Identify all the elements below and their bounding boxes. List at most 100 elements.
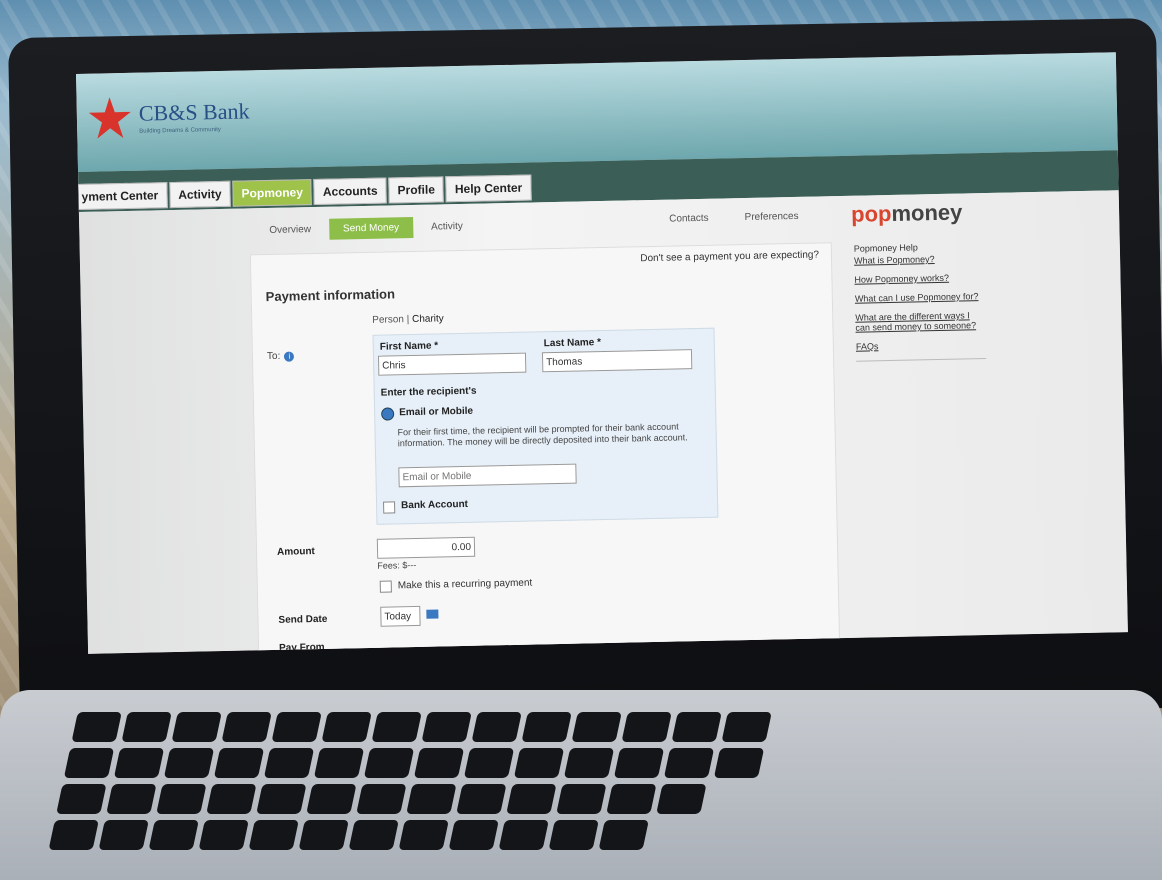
send-date-label: Send Date (278, 613, 328, 626)
key (213, 748, 265, 778)
tab-help-center[interactable]: Help Center (445, 174, 532, 203)
key (613, 748, 665, 778)
sub-nav: Overview Send Money Activity (269, 216, 463, 241)
key (98, 820, 149, 850)
key (498, 820, 549, 850)
sidebar-link-what-is[interactable]: What is Popmoney? (854, 253, 984, 266)
fees-text: Fees: $--- (377, 559, 417, 571)
key (321, 712, 372, 742)
key (456, 784, 507, 814)
key (106, 784, 157, 814)
first-name-label: First Name * (379, 340, 439, 353)
key (506, 784, 557, 814)
key (413, 748, 465, 778)
sidebar-link-ways[interactable]: What are the different ways I can send m… (855, 310, 985, 332)
key (148, 820, 199, 850)
key (313, 748, 365, 778)
enter-recipient-label: Enter the recipient's (380, 385, 477, 399)
key (513, 748, 565, 778)
person-option[interactable]: Person (372, 314, 404, 326)
page-content: Overview Send Money Activity Contacts Pr… (78, 190, 1128, 654)
bank-name: CB&S Bank (138, 98, 250, 126)
laptop-screen: CB&S Bank Building Dreams & Community ym… (76, 52, 1128, 654)
amount-label: Amount (276, 546, 315, 558)
key (598, 820, 649, 850)
last-name-input[interactable] (541, 349, 693, 373)
email-mobile-label: Email or Mobile (399, 405, 474, 419)
email-mobile-input[interactable] (398, 463, 577, 488)
preferences-link[interactable]: Preferences (745, 211, 799, 223)
key (171, 712, 222, 742)
last-name-label: Last Name * (543, 337, 602, 350)
email-mobile-radio[interactable] (381, 407, 395, 421)
to-text: To: (266, 350, 281, 363)
star-logo-icon (88, 97, 131, 139)
key (348, 820, 399, 850)
tab-popmoney[interactable]: Popmoney (232, 179, 313, 207)
recurring-checkbox[interactable] (379, 580, 392, 593)
key (206, 784, 257, 814)
help-sidebar: Popmoney Help What is Popmoney? How Popm… (853, 241, 987, 362)
sub-nav-right: Contacts Preferences (669, 211, 799, 225)
tab-payment-center[interactable]: yment Center (76, 182, 168, 211)
key-row (63, 748, 1162, 778)
tab-activity[interactable]: Activity (168, 180, 231, 209)
sidebar-link-faqs[interactable]: FAQs (856, 339, 986, 351)
charity-option[interactable]: Charity (412, 313, 444, 325)
bank-account-label: Bank Account (400, 498, 469, 512)
calendar-icon[interactable] (426, 609, 439, 619)
payment-form: Don't see a payment you are expecting? P… (249, 242, 841, 654)
tab-profile[interactable]: Profile (388, 176, 445, 204)
key (63, 748, 115, 778)
key (521, 712, 572, 742)
key (421, 712, 472, 742)
key (371, 712, 422, 742)
key (548, 820, 599, 850)
key (621, 712, 672, 742)
sidebar-link-uses[interactable]: What can I use Popmoney for? (855, 291, 985, 304)
recipient-type-toggle: Person | Charity (372, 313, 444, 325)
sidebar-divider (856, 358, 987, 362)
first-name-input[interactable] (377, 352, 527, 376)
send-date-input[interactable] (380, 605, 421, 627)
key (113, 748, 165, 778)
bank-account-radio[interactable] (383, 501, 396, 514)
key (448, 820, 499, 850)
key (406, 784, 457, 814)
popmoney-logo-pop: pop (850, 200, 892, 227)
tab-accounts[interactable]: Accounts (313, 177, 387, 206)
key (398, 820, 449, 850)
expecting-payment-link[interactable]: Don't see a payment you are expecting? (640, 249, 819, 264)
amount-input[interactable] (376, 536, 476, 559)
key (306, 784, 357, 814)
key (156, 784, 207, 814)
popmoney-logo-money: money (891, 199, 963, 226)
key (298, 820, 349, 850)
key (198, 820, 249, 850)
key (363, 748, 415, 778)
recipient-box: First Name * Last Name * Enter the recip… (372, 327, 719, 525)
key-row (56, 784, 1162, 814)
bank-logo[interactable]: CB&S Bank Building Dreams & Community (86, 92, 250, 141)
subtab-activity[interactable]: Activity (431, 221, 463, 233)
sidebar-link-how-works[interactable]: How Popmoney works? (854, 272, 984, 285)
key (471, 712, 522, 742)
key (713, 748, 765, 778)
key (563, 748, 615, 778)
key (56, 784, 107, 814)
to-label: To: i (267, 350, 295, 362)
key (556, 784, 607, 814)
key (271, 712, 322, 742)
email-description: For their first time, the recipient will… (397, 421, 688, 449)
info-icon[interactable]: i (284, 351, 295, 362)
contacts-link[interactable]: Contacts (669, 213, 709, 225)
key (606, 784, 657, 814)
key (463, 748, 515, 778)
subtab-overview[interactable]: Overview (269, 224, 311, 236)
key (356, 784, 407, 814)
subtab-send-money[interactable]: Send Money (328, 216, 414, 240)
help-title: Popmoney Help (853, 242, 918, 254)
payment-info-title: Payment information (265, 286, 396, 305)
key (256, 784, 307, 814)
key (571, 712, 622, 742)
